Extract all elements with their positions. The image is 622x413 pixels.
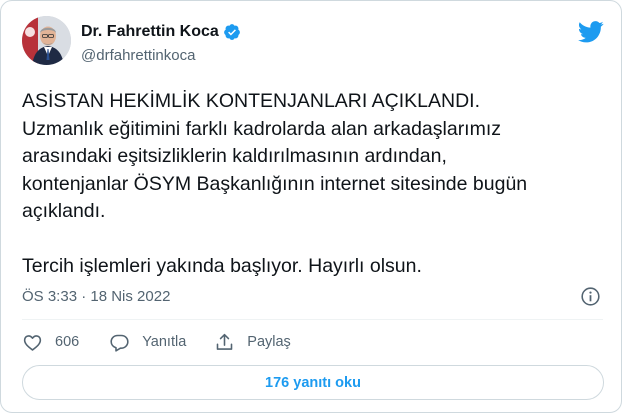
- tweet-timestamp[interactable]: ÖS 3:33 · 18 Nis 2022: [22, 288, 170, 305]
- author-handle[interactable]: @drfahrettinkoca: [81, 47, 195, 64]
- avatar[interactable]: [22, 16, 71, 65]
- tweet-line: arasındaki eşitsizliklerin kaldırılmasın…: [22, 145, 447, 167]
- reply-label: Yanıtla: [142, 334, 187, 350]
- read-replies-button[interactable]: 176 yanıtı oku: [22, 365, 604, 400]
- tweet-actions: 606 Yanıtla Paylaş: [22, 329, 291, 355]
- tweet-closing: Tercih işlemleri yakında başlıyor. Hayır…: [22, 254, 422, 277]
- like-button[interactable]: 606: [22, 332, 79, 353]
- tweet-line: kontenjanlar ÖSYM Başkanlığının internet…: [22, 172, 528, 195]
- reply-button[interactable]: Yanıtla: [109, 332, 186, 353]
- twitter-bird-icon[interactable]: [578, 21, 604, 43]
- verified-badge-icon: [223, 24, 240, 40]
- divider: [22, 319, 603, 320]
- share-icon: [216, 333, 233, 350]
- tweet-line: ASİSTAN HEKİMLİK KONTENJANLARI AÇIKLANDI…: [22, 90, 481, 112]
- tweet-line: Uzmanlık eğitimini farklı kadrolarda ala…: [22, 117, 502, 140]
- profile-photo: [22, 16, 71, 65]
- like-count: 606: [55, 334, 80, 350]
- info-icon[interactable]: [580, 286, 601, 307]
- tweet-text: ASİSTAN HEKİMLİK KONTENJANLARI AÇIKLANDI…: [22, 88, 607, 280]
- heart-icon: [23, 334, 42, 351]
- author-name-line[interactable]: Dr. Fahrettin Koca: [81, 23, 241, 41]
- reply-bubble-icon: [110, 334, 129, 352]
- tweet-line: açıklandı.: [22, 200, 106, 222]
- share-label: Paylaş: [247, 334, 291, 350]
- author-name[interactable]: Dr. Fahrettin Koca: [81, 23, 219, 41]
- tweet-card: Dr. Fahrettin Koca @drfahrettinkoca ASİS…: [0, 0, 622, 413]
- share-button[interactable]: Paylaş: [214, 332, 291, 353]
